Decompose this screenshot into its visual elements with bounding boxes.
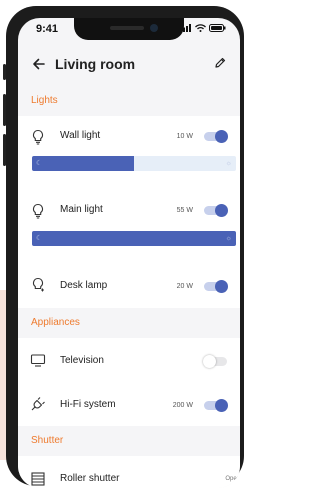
device-card-hifi-system: Hi-Fi system 200 W [18,382,240,427]
device-card-wall-light: Wall light 10 W ☾ ☼ [18,116,240,189]
slider-fill [32,156,134,171]
dim-icon: ☾ [36,235,43,242]
camera [150,24,158,32]
device-label: Main light [60,204,103,215]
shutter-status: Open [225,476,240,482]
power-value: 20 W [176,283,193,290]
device-label: Hi-Fi system [60,399,116,410]
status-time: 9:41 [36,23,59,35]
wall-light-brightness-slider[interactable]: ☾ ☼ [32,156,236,171]
power-value: 55 W [176,207,193,214]
device-card-roller-shutter: Roller shutter Open [18,456,240,488]
battery-icon [209,24,226,32]
device-label: Roller shutter [60,473,120,484]
desk-lamp-toggle[interactable] [204,280,228,293]
hifi-system-toggle[interactable] [204,399,228,412]
app-header: Living room [18,48,240,82]
page-title: Living room [55,56,136,72]
mute-switch [3,64,6,80]
notch [74,18,184,40]
section-title-appliances: Appliances [18,308,240,338]
device-card-television: Television [18,338,240,383]
shutter-icon [31,472,45,486]
status-icons [180,24,226,32]
plug-icon [31,397,45,411]
device-label: Wall light [60,130,101,141]
lightbulb-icon [32,129,44,145]
slider-fill [32,231,236,246]
device-label: Television [60,355,104,366]
device-card-main-light: Main light 55 W ☾ ☼ [18,188,240,265]
power-value: 10 W [176,133,193,140]
bright-icon: ☼ [225,160,232,167]
pencil-icon[interactable] [213,56,227,70]
dim-icon: ☾ [36,160,43,167]
bright-icon: ☼ [225,235,232,242]
phone-frame: 9:41 Living room Lights Wall light 10 W … [3,6,244,488]
section-title-shutter: Shutter [18,426,240,456]
device-label: Desk lamp [60,280,108,291]
wifi-icon [195,24,206,32]
main-light-toggle[interactable] [204,204,228,217]
lightbulb-icon [32,203,44,219]
speaker [110,26,144,30]
television-toggle[interactable] [203,355,227,368]
desk-lamp-icon [32,277,44,292]
main-light-brightness-slider[interactable]: ☾ ☼ [32,231,236,246]
tv-icon [30,354,46,367]
section-title-lights: Lights [18,86,240,116]
phone-screen: 9:41 Living room Lights Wall light 10 W … [18,18,240,488]
volume-up-button [3,94,6,126]
power-value: 200 W [172,402,193,409]
wall-light-toggle[interactable] [204,130,228,143]
volume-down-button [3,134,6,166]
device-card-desk-lamp: Desk lamp 20 W [18,264,240,309]
arrow-left-icon[interactable] [32,57,46,71]
